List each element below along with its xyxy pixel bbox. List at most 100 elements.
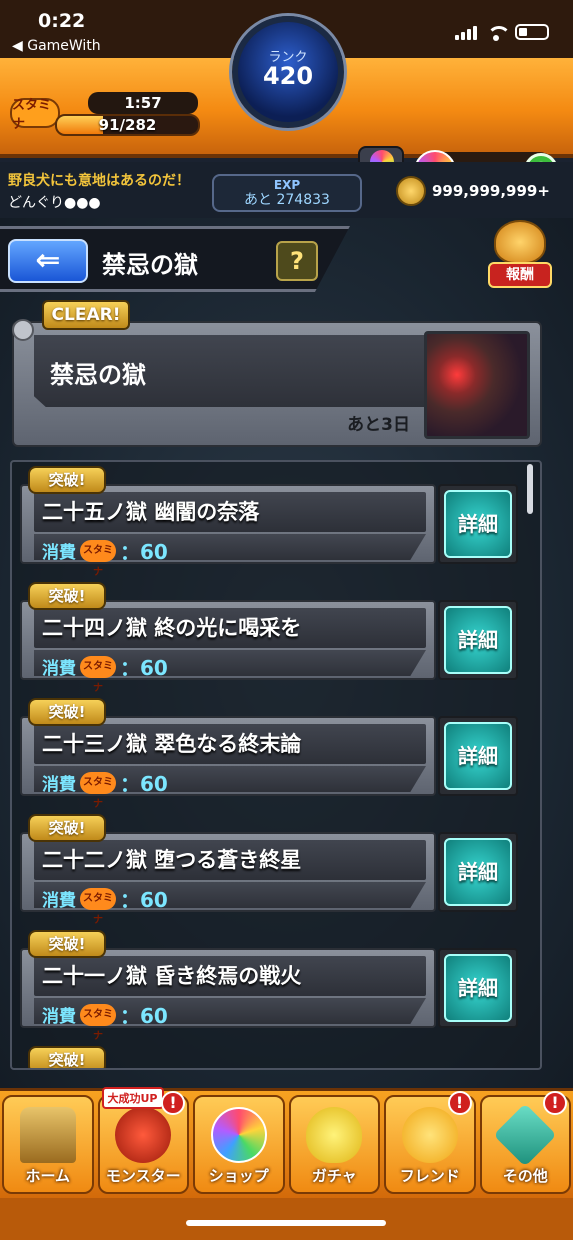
cost-value: ：60 xyxy=(120,656,168,680)
tab-friend[interactable]: ! フレンド xyxy=(384,1091,476,1194)
detail-button[interactable]: 詳細 xyxy=(438,716,518,796)
floor-list[interactable]: 二十五ノ獄 幽闇の奈落 消費 スタミナ ：60 突破! 詳細 二十四ノ獄 終の光… xyxy=(10,460,542,1070)
floor-item[interactable]: 二十二ノ獄 堕つる蒼き終星 消費 スタミナ ：60 突破! 詳細 xyxy=(20,814,520,926)
user-name: どんぐり●●● xyxy=(8,195,101,211)
reward-label: 報酬 xyxy=(488,262,552,288)
cost-label: 消費 xyxy=(42,891,76,911)
tab-gacha[interactable]: ガチャ xyxy=(288,1095,380,1194)
coin-counter: 999,999,999+ xyxy=(396,174,550,208)
tab-label: モンスター xyxy=(105,1167,181,1185)
detail-button[interactable]: 詳細 xyxy=(438,832,518,912)
cleared-badge: 突破! xyxy=(28,698,106,726)
exp-label: EXP xyxy=(273,178,301,192)
cost-label: 消費 xyxy=(42,659,76,679)
alert-icon: ! xyxy=(161,1091,185,1115)
stamina-icon: スタミナ xyxy=(80,887,116,926)
list-scrollbar[interactable] xyxy=(526,464,534,1064)
nav-bar: ⇐ 禁忌の獄 ? xyxy=(0,226,350,292)
floor-item[interactable]: 突破! xyxy=(20,1046,520,1068)
help-button[interactable]: ? xyxy=(276,241,318,281)
tab-home[interactable]: ホーム xyxy=(2,1095,94,1194)
stamina-icon: スタミナ xyxy=(10,98,60,132)
tab-shop[interactable]: ショップ xyxy=(193,1095,285,1194)
stamina-bar[interactable]: 91/282 xyxy=(55,114,200,136)
tab-label: ガチャ xyxy=(311,1167,357,1185)
page-title: 禁忌の獄 xyxy=(102,251,198,279)
reward-button[interactable]: 報酬 xyxy=(488,220,552,292)
floor-item[interactable]: 二十三ノ獄 翠色なる終末論 消費 スタミナ ：60 突破! 詳細 xyxy=(20,698,520,810)
quest-remaining: あと3日 xyxy=(347,415,410,435)
coin-icon xyxy=(396,176,426,206)
cleared-badge: 突破! xyxy=(28,1046,106,1068)
exp-box: EXP あと 274833 xyxy=(212,174,362,212)
clock: 0:22 xyxy=(38,10,86,32)
scrollbar-thumb[interactable] xyxy=(527,464,533,514)
cost-label: 消費 xyxy=(42,775,76,795)
monster-icon xyxy=(115,1107,172,1163)
stamina-icon: スタミナ xyxy=(80,539,116,578)
floor-name: 二十五ノ獄 幽闇の奈落 xyxy=(42,500,260,524)
quest-thumbnail xyxy=(424,331,530,439)
promo-badge: 大成功UP xyxy=(101,1087,164,1109)
detail-label: 詳細 xyxy=(444,722,512,790)
detail-label: 詳細 xyxy=(444,606,512,674)
stamina-value: 91/282 xyxy=(98,116,157,134)
home-indicator[interactable] xyxy=(186,1220,386,1226)
stamina-timer: 1:57 xyxy=(88,92,198,114)
cleared-badge: 突破! xyxy=(28,814,106,842)
floor-cost: 消費 スタミナ ：60 xyxy=(42,884,168,926)
floor-item[interactable]: 二十五ノ獄 幽闇の奈落 消費 スタミナ ：60 突破! 詳細 xyxy=(20,466,520,578)
clear-badge: CLEAR! xyxy=(42,300,130,330)
detail-label: 詳細 xyxy=(444,490,512,558)
floor-cost: 消費 スタミナ ：60 xyxy=(42,652,168,694)
rank-badge[interactable]: ランク 420 xyxy=(232,16,344,128)
pin-icon xyxy=(12,319,34,341)
wifi-icon xyxy=(487,26,511,41)
detail-button[interactable]: 詳細 xyxy=(438,600,518,680)
main-content: ⇐ 禁忌の獄 ? 報酬 禁忌の獄 あと3日 CLEAR! 二十五ノ獄 幽闇の奈落… xyxy=(0,218,573,1088)
orb-icon xyxy=(210,1107,267,1163)
castle-icon xyxy=(19,1107,76,1163)
alert-icon: ! xyxy=(447,1091,472,1115)
cost-value: ：60 xyxy=(120,888,168,912)
cost-label: 消費 xyxy=(42,1007,76,1027)
egg-icon xyxy=(306,1107,363,1163)
tab-label: その他 xyxy=(502,1167,548,1185)
detail-label: 詳細 xyxy=(444,838,512,906)
cost-value: ：60 xyxy=(120,772,168,796)
floor-item[interactable]: 二十四ノ獄 終の光に喝采を 消費 スタミナ ：60 突破! 詳細 xyxy=(20,582,520,694)
cost-value: ：60 xyxy=(120,1004,168,1028)
floor-cost: 消費 スタミナ ：60 xyxy=(42,768,168,810)
detail-button[interactable]: 詳細 xyxy=(438,484,518,564)
floor-item[interactable]: 二十一ノ獄 昏き終焉の戦火 消費 スタミナ ：60 突破! 詳細 xyxy=(20,930,520,1042)
bottom-safe-area xyxy=(0,1198,573,1240)
tab-label: フレンド xyxy=(399,1167,460,1185)
battery-icon xyxy=(515,24,549,40)
floor-cost: 消費 スタミナ ：60 xyxy=(42,1000,168,1042)
back-to-app-link[interactable]: ◀ GameWith xyxy=(12,38,101,54)
floor-name: 二十四ノ獄 終の光に喝采を xyxy=(42,616,302,640)
status-icons xyxy=(455,24,549,41)
reward-icon xyxy=(494,220,546,264)
tab-other[interactable]: ! その他 xyxy=(479,1091,571,1194)
cost-value: ：60 xyxy=(120,540,168,564)
exp-remaining: あと 274833 xyxy=(244,192,330,208)
back-button[interactable]: ⇐ xyxy=(8,239,88,283)
floor-name: 二十三ノ獄 翠色なる終末論 xyxy=(42,732,302,756)
quest-name: 禁忌の獄 xyxy=(50,361,146,389)
stamina-icon: スタミナ xyxy=(80,655,116,694)
cost-label: 消費 xyxy=(42,543,76,563)
detail-label: 詳細 xyxy=(444,954,512,1022)
floor-name: 二十一ノ獄 昏き終焉の戦火 xyxy=(42,964,302,988)
detail-button[interactable]: 詳細 xyxy=(438,948,518,1028)
tab-label: ホーム xyxy=(25,1167,71,1185)
coin-count: 999,999,999+ xyxy=(432,182,550,200)
cleared-badge: 突破! xyxy=(28,466,106,494)
alert-icon: ! xyxy=(543,1091,567,1115)
friends-icon xyxy=(401,1107,458,1163)
cleared-badge: 突破! xyxy=(28,582,106,610)
tab-monster[interactable]: 大成功UP ! モンスター xyxy=(97,1087,189,1194)
bottom-tab-bar: ホーム 大成功UP ! モンスター ショップ ガチャ ! フレンド ! その他 xyxy=(0,1087,573,1198)
tab-label: ショップ xyxy=(208,1167,269,1185)
floor-cost: 消費 スタミナ ：60 xyxy=(42,536,168,578)
